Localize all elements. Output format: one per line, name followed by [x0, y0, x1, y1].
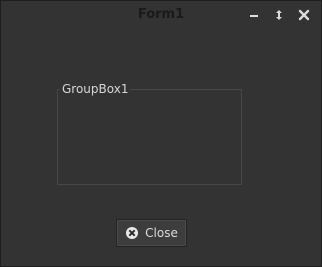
close-icon: [298, 9, 310, 21]
close-x-icon: [126, 227, 139, 239]
close-button-label: Close: [145, 226, 178, 240]
titlebar[interactable]: Form1: [1, 1, 321, 31]
groupbox1: GroupBox1: [57, 81, 242, 185]
maximize-button[interactable]: [272, 8, 286, 22]
maximize-icon: [276, 10, 282, 20]
form1-window: Form1 GroupBox1 Close: [0, 0, 322, 267]
minimize-button[interactable]: [247, 8, 261, 22]
groupbox-label: GroupBox1: [60, 81, 131, 97]
window-close-button[interactable]: [297, 8, 311, 22]
minimize-icon: [250, 15, 258, 17]
close-button[interactable]: Close: [116, 219, 187, 247]
